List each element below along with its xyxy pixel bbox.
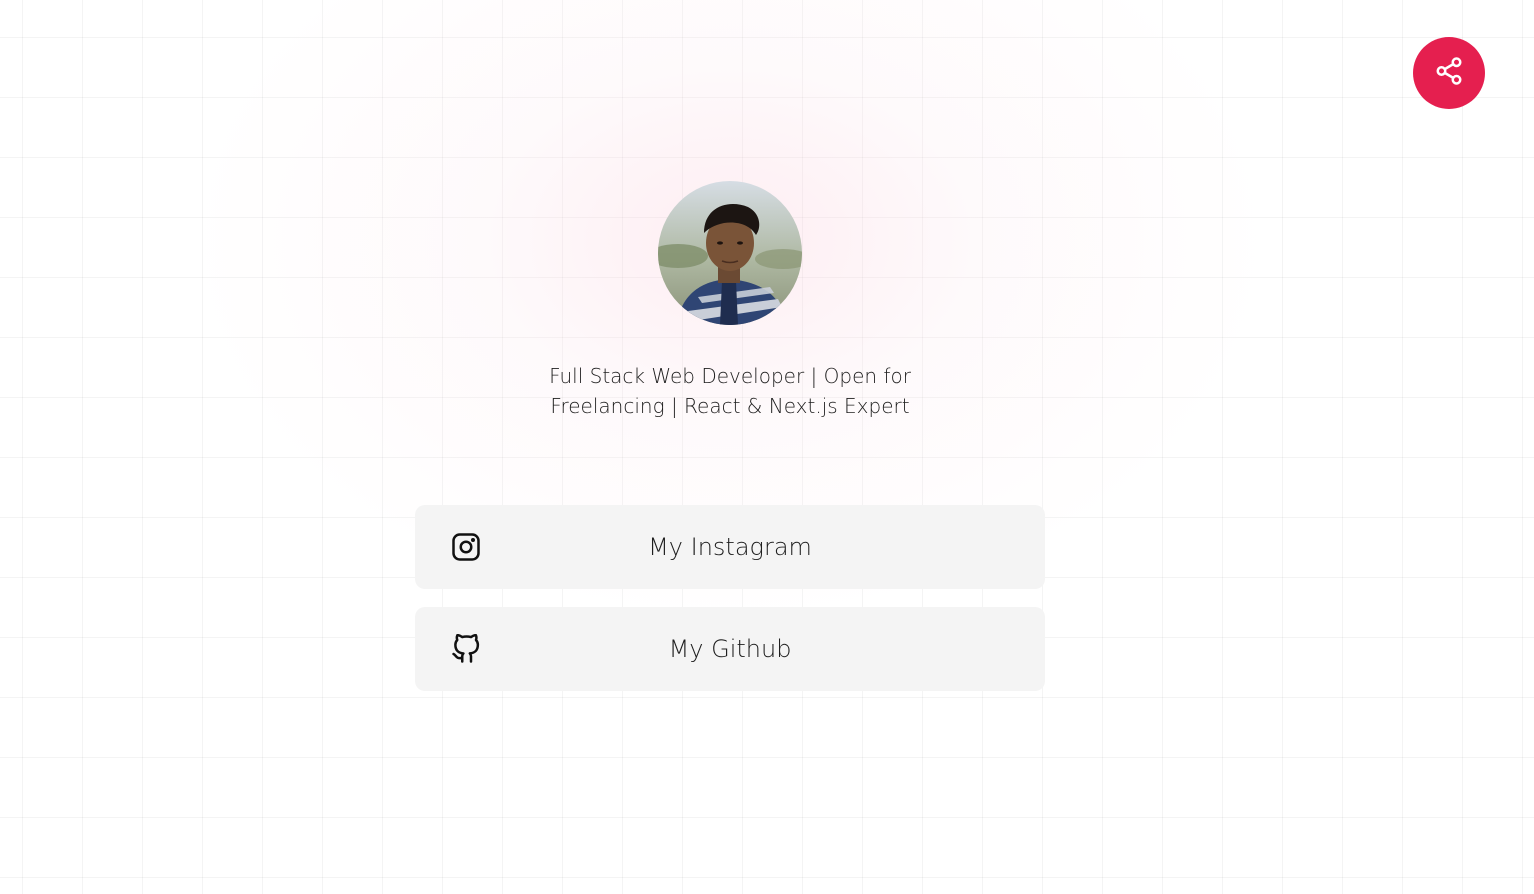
share-icon [1434,56,1464,90]
avatar [658,181,802,325]
github-link-button[interactable]: My Github [415,607,1045,691]
bio-line-2: Freelancing | React & Next.js Expert [550,394,910,418]
profile-bio: Full Stack Web Developer | Open for Free… [480,361,980,421]
github-link-label: My Github [668,635,792,663]
instagram-link-label: My Instagram [648,533,812,561]
bio-line-1: Full Stack Web Developer | Open for [549,364,911,388]
share-button[interactable] [1413,37,1485,109]
instagram-link-button[interactable]: My Instagram [415,505,1045,589]
